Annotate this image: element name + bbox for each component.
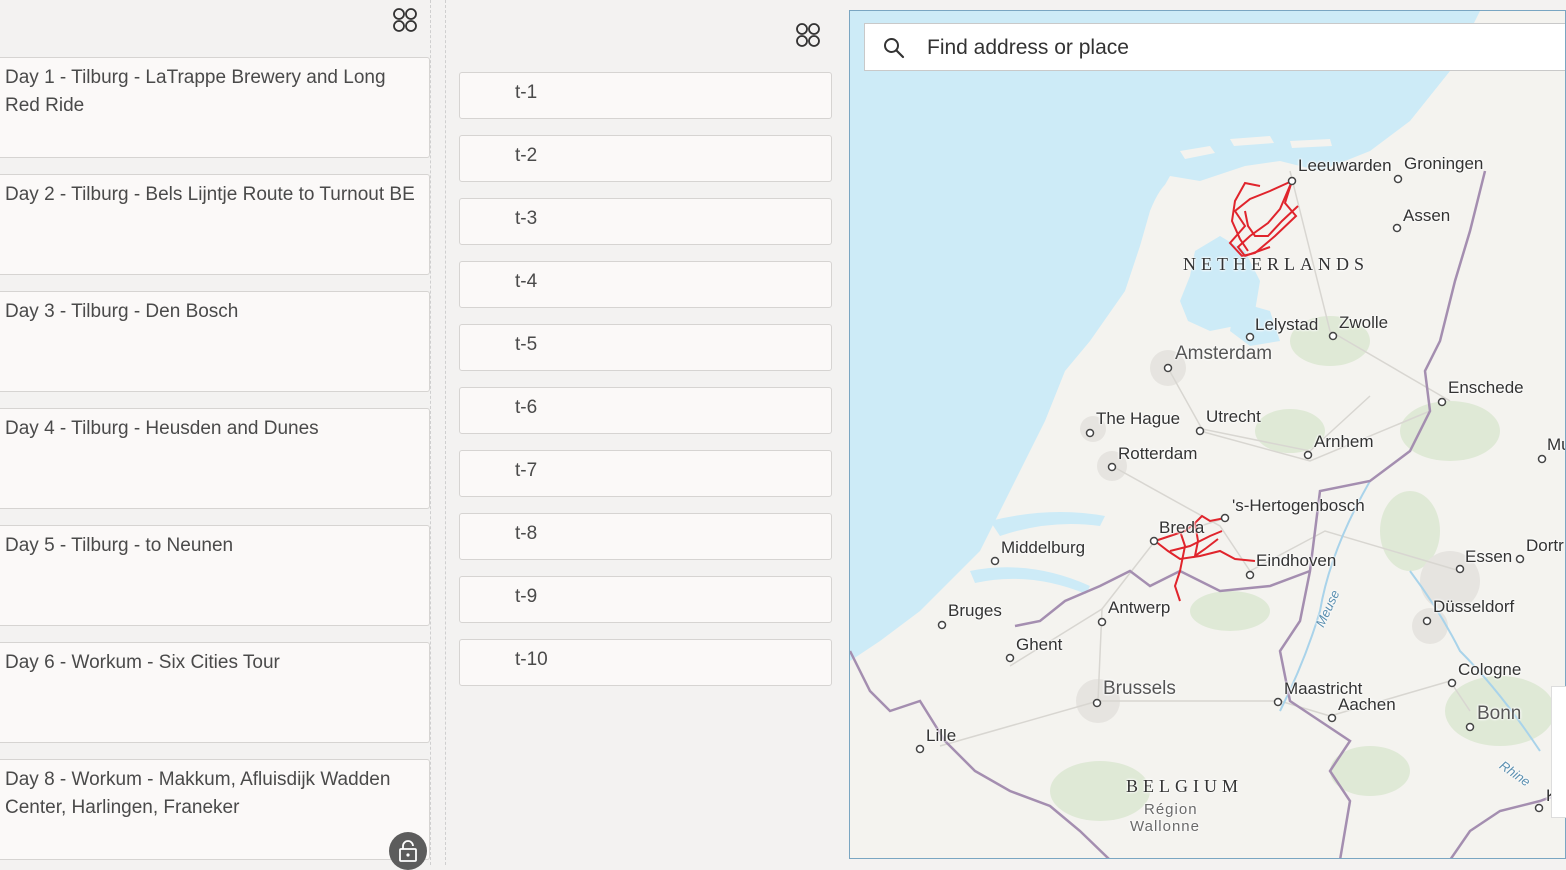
map-label-groningen: Groningen [1404, 154, 1484, 173]
day-card-label: Day 3 - Tilburg - Den Bosch [5, 301, 239, 322]
track-label: t-8 [515, 523, 538, 544]
day-card-2[interactable]: Day 2 - Tilburg - Bels Lijntje Route to … [0, 174, 430, 275]
track-item-t-4[interactable]: t-4 [459, 261, 832, 308]
map-label-dusseldorf: Düsseldorf [1433, 597, 1515, 616]
map-label-arnhem: Arnhem [1314, 432, 1374, 451]
map-view[interactable]: Leeuwarden Groningen Assen NETHERLANDS L… [849, 10, 1566, 859]
track-item-t-5[interactable]: t-5 [459, 324, 832, 371]
day-card-6[interactable]: Day 6 - Workum - Six Cities Tour [0, 642, 430, 743]
map-label-assen: Assen [1403, 206, 1451, 225]
map-label-lille: Lille [926, 726, 957, 745]
track-item-t-10[interactable]: t-10 [459, 639, 832, 686]
map-label-the-hague: The Hague [1096, 409, 1181, 428]
map-label-region: Région [1144, 801, 1198, 818]
route-tracks [1228, 180, 1299, 258]
track-label: t-10 [515, 649, 548, 670]
map-label-wallonne: Wallonne [1130, 818, 1200, 835]
map-canvas[interactable] [850, 11, 1566, 859]
map-label-brussels: Brussels [1103, 678, 1176, 699]
day-card-3[interactable]: Day 3 - Tilburg - Den Bosch [0, 291, 430, 392]
map-label-aachen: Aachen [1338, 695, 1396, 714]
track-item-t-6[interactable]: t-6 [459, 387, 832, 434]
map-label-ghent: Ghent [1016, 635, 1063, 654]
map-label-cologne: Cologne [1458, 660, 1522, 679]
track-item-t-8[interactable]: t-8 [459, 513, 832, 560]
day-card-1[interactable]: Day 1 - Tilburg - LaTrappe Brewery and L… [0, 57, 430, 158]
day-card-label: Day 1 - Tilburg - LaTrappe Brewery and L… [5, 67, 386, 116]
map-label-enschede: Enschede [1448, 378, 1524, 397]
track-item-t-9[interactable]: t-9 [459, 576, 832, 623]
map-label-netherlands: NETHERLANDS [1183, 254, 1369, 274]
sea-area [850, 11, 1480, 661]
map-label-mu: Mu [1547, 435, 1565, 454]
track-label: t-2 [515, 145, 538, 166]
map-label-dortmund: Dortr [1526, 536, 1564, 555]
map-label-bonn: Bonn [1477, 703, 1522, 724]
search-input[interactable] [925, 32, 1529, 64]
grid-menu-icon[interactable] [795, 22, 821, 48]
map-label-belgium: BELGIUM [1126, 776, 1243, 796]
day-card-4[interactable]: Day 4 - Tilburg - Heusden and Dunes [0, 408, 430, 509]
track-item-t-1[interactable]: t-1 [459, 72, 832, 119]
track-item-t-3[interactable]: t-3 [459, 198, 832, 245]
map-label-middelburg: Middelburg [1001, 538, 1086, 557]
map-label-breda: Breda [1159, 518, 1205, 537]
day-card-label: Day 8 - Workum - Makkum, Afluisdijk Wadd… [5, 769, 391, 818]
track-label: t-7 [515, 460, 538, 481]
day-card-label: Day 6 - Workum - Six Cities Tour [5, 652, 280, 673]
map-label-eindhoven: Eindhoven [1256, 551, 1337, 570]
day-card-label: Day 2 - Tilburg - Bels Lijntje Route to … [5, 184, 415, 205]
day-card-label: Day 4 - Tilburg - Heusden and Dunes [5, 418, 319, 439]
track-label: t-6 [515, 397, 538, 418]
map-label-lelystad: Lelystad [1255, 315, 1319, 334]
map-label-utrecht: Utrecht [1206, 407, 1261, 426]
estuary [990, 512, 1105, 536]
track-item-t-2[interactable]: t-2 [459, 135, 832, 182]
track-label: t-9 [515, 586, 538, 607]
track-label: t-4 [515, 271, 538, 292]
map-label-amsterdam: Amsterdam [1175, 343, 1273, 364]
map-label-essen: Essen [1465, 547, 1513, 566]
map-label-leeuwarden: Leeuwarden [1298, 156, 1392, 175]
unlock-button[interactable] [389, 832, 427, 870]
map-zoom-controls[interactable] [1551, 686, 1566, 818]
track-label: t-1 [515, 82, 538, 103]
search-icon[interactable] [883, 37, 905, 59]
unlock-icon [399, 840, 417, 862]
grid-menu-icon[interactable] [392, 7, 418, 33]
track-item-t-7[interactable]: t-7 [459, 450, 832, 497]
day-card-label: Day 5 - Tilburg - to Neunen [5, 535, 234, 556]
track-label: t-3 [515, 208, 538, 229]
map-label-zwolle: Zwolle [1339, 313, 1389, 332]
map-label-bruges: Bruges [948, 601, 1002, 620]
day-card-5[interactable]: Day 5 - Tilburg - to Neunen [0, 525, 430, 626]
map-label-hertogenbosch: 's-Hertogenbosch [1232, 496, 1365, 515]
estuary [970, 567, 1090, 594]
day-card-8[interactable]: Day 8 - Workum - Makkum, Afluisdijk Wadd… [0, 759, 430, 860]
map-label-antwerp: Antwerp [1108, 598, 1171, 617]
search-widget [864, 23, 1565, 71]
track-label: t-5 [515, 334, 538, 355]
map-label-rotterdam: Rotterdam [1118, 444, 1198, 463]
